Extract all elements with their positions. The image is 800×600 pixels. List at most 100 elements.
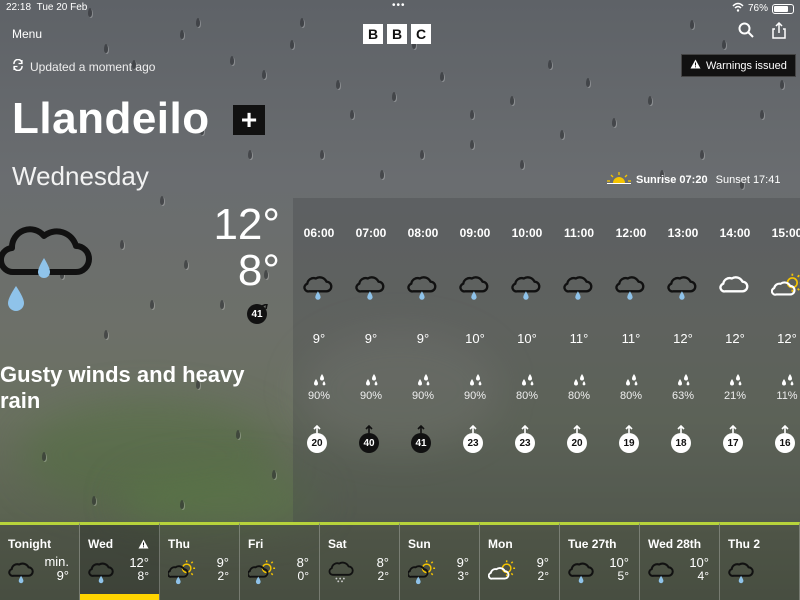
day-name: Fri — [248, 537, 264, 551]
rain-chance: 90% — [411, 390, 435, 402]
day-high: 9° — [456, 555, 469, 570]
hour-time: 07:00 — [355, 226, 387, 240]
rain-chance: 90% — [463, 390, 487, 402]
wind-badge: 23 — [463, 425, 485, 455]
wind-badge: 18 — [671, 425, 693, 455]
day-card[interactable]: Fri 8° 0° — [240, 522, 320, 600]
rain-chance: 90% — [307, 390, 331, 402]
day-low: 2° — [377, 569, 389, 583]
day-name: Wed — [88, 537, 114, 551]
wind-badge: 19 — [619, 425, 641, 455]
hour-temp: 12° — [725, 331, 745, 346]
high-temp: 12° — [213, 200, 280, 249]
day-name: Thu 2 — [728, 537, 760, 551]
add-location-button[interactable]: + — [233, 104, 265, 135]
wind-speed: 41 — [247, 304, 267, 324]
wind-speed: 18 — [671, 433, 691, 453]
hour-column: 08:00 9° 90% 41 — [397, 198, 449, 523]
light-rain-icon — [648, 558, 676, 591]
day-high: 12° — [129, 555, 149, 570]
sunrise-icon — [607, 172, 631, 187]
search-icon[interactable] — [738, 22, 754, 44]
day-name: Sun — [408, 537, 431, 551]
hour-temp: 11° — [621, 331, 641, 346]
light-rain-icon — [615, 271, 647, 308]
warnings-button[interactable]: Warnings issued — [681, 54, 796, 77]
wind-direction-icon: 17 — [723, 425, 745, 455]
light-rain-icon — [568, 558, 596, 591]
sun-cloud-icon — [487, 558, 516, 591]
menu-button[interactable]: Menu — [12, 27, 42, 41]
day-card[interactable]: Thu 9° 2° — [160, 522, 240, 600]
bbc-logo[interactable]: B B C — [363, 24, 431, 44]
status-right: 76% — [732, 2, 794, 15]
day-high: 10° — [689, 555, 709, 570]
day-name: Wed 28th — [648, 537, 702, 551]
light-rain-icon — [459, 271, 491, 308]
wind-direction-icon: 41 — [247, 304, 269, 326]
day-card[interactable]: Mon 9° 2° — [480, 522, 560, 600]
sun-times: Sunrise 07:20 Sunset 17:41 — [607, 172, 780, 187]
logo-letter: B — [363, 24, 383, 44]
day-card[interactable]: Wed 12° 8° — [80, 522, 160, 600]
day-card[interactable]: Sat 8° 2° — [320, 522, 400, 600]
day-card[interactable]: Tonight min. 9° — [0, 522, 80, 600]
day-high: 9° — [216, 555, 229, 570]
sunset-time: 17:41 — [752, 173, 781, 186]
wind-badge: 40 — [359, 425, 381, 455]
hourly-forecast[interactable]: 06:00 9° 90% 20 07:00 9° 90% 40 08:00 9°… — [293, 198, 800, 523]
status-bar: 22:18 Tue 20 Feb ••• 76% — [0, 0, 800, 16]
hour-column: 11:00 11° 80% 20 — [553, 198, 605, 523]
wind-direction-icon: 16 — [775, 425, 797, 455]
sunset-label: Sunset — [715, 173, 750, 186]
rain-chance: 63% — [671, 390, 695, 402]
light-rain-icon — [407, 271, 439, 308]
wind-badge: 23 — [515, 425, 537, 455]
wind-speed: 20 — [307, 433, 327, 453]
top-icons — [738, 21, 786, 44]
logo-letter: C — [411, 24, 431, 44]
hour-temp: 12° — [777, 331, 797, 346]
multitask-dots[interactable]: ••• — [392, 0, 406, 11]
wind-direction-icon: 19 — [619, 425, 641, 455]
wind-speed: 19 — [619, 433, 639, 453]
day-name: Tue 27th — [568, 537, 617, 551]
day-name: Tonight — [8, 537, 52, 551]
sunny-rain-icon — [406, 558, 436, 591]
day-low: 2° — [537, 569, 549, 583]
wind-speed: 16 — [775, 433, 795, 453]
wind-badge: 41 — [411, 425, 433, 455]
light-rain-icon — [511, 271, 543, 308]
rain-chance: 80% — [567, 390, 591, 402]
hour-time: 15:00 — [771, 226, 800, 240]
hour-time: 08:00 — [407, 226, 439, 240]
day-name: Mon — [488, 537, 513, 551]
wind-speed: 17 — [723, 433, 743, 453]
hour-column: 10:00 10° 80% 23 — [501, 198, 553, 523]
hour-time: 14:00 — [719, 226, 751, 240]
day-card[interactable]: Tue 27th 10° 5° — [560, 522, 640, 600]
light-rain-icon — [8, 558, 36, 591]
battery-icon — [772, 3, 794, 14]
last-updated[interactable]: Updated a moment ago — [12, 58, 156, 74]
hour-temp: 9° — [364, 331, 378, 346]
daily-forecast-strip[interactable]: Tonight min. 9° Wed 12° 8° Thu 9° 2° Fri … — [0, 522, 800, 600]
hour-temp: 10° — [465, 331, 485, 346]
day-high: 8° — [376, 555, 389, 570]
hour-column: 14:00 12° 21% 17 — [709, 198, 761, 523]
wind-direction-icon: 20 — [567, 425, 589, 455]
hour-column: 13:00 12° 63% 18 — [657, 198, 709, 523]
share-icon[interactable] — [772, 21, 786, 44]
wind-badge: 41 — [247, 304, 269, 326]
sleet-icon — [328, 558, 356, 591]
rain-chance: 80% — [619, 390, 643, 402]
sunny-rain-icon — [246, 558, 276, 591]
updated-text: Updated a moment ago — [30, 59, 156, 74]
day-high: 8° — [296, 555, 309, 570]
light-rain-icon — [563, 271, 595, 308]
logo-letter: B — [387, 24, 407, 44]
day-card[interactable]: Thu 2 — [720, 522, 800, 600]
day-card[interactable]: Sun 9° 3° — [400, 522, 480, 600]
hour-time: 10:00 — [511, 226, 543, 240]
day-card[interactable]: Wed 28th 10° 4° — [640, 522, 720, 600]
